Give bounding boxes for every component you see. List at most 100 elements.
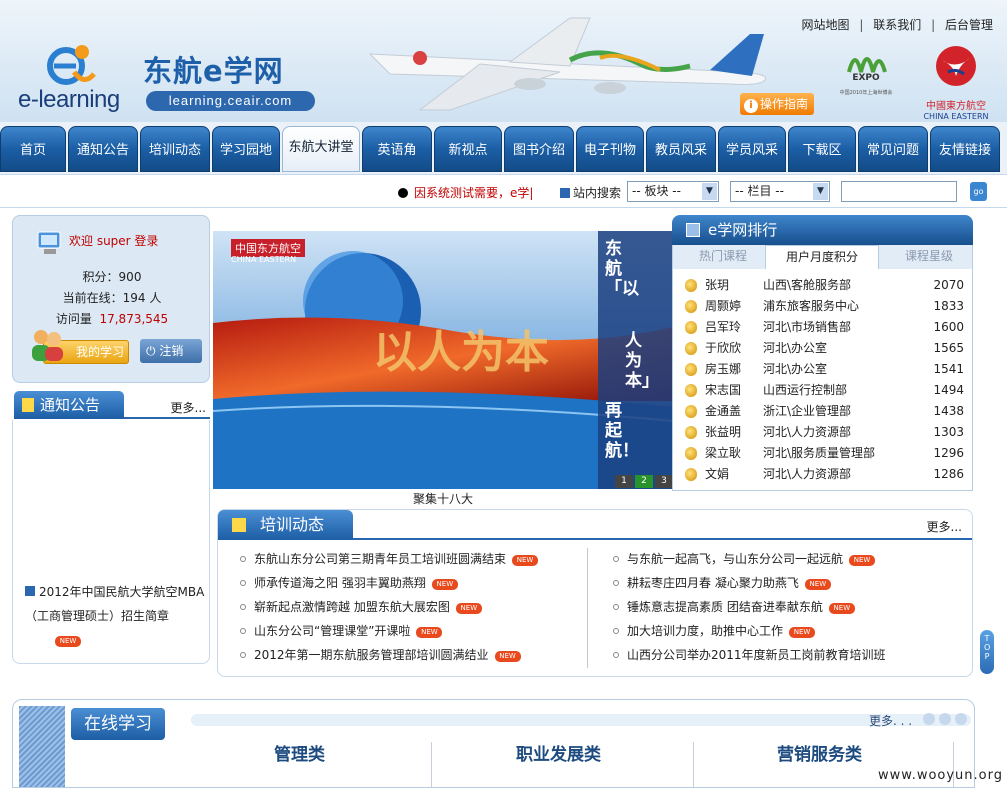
expo-text: EXPO [852, 73, 880, 83]
ranking-score: 1438 [933, 404, 964, 418]
nav-item-2[interactable]: 培训动态 [140, 126, 210, 172]
ranking-score: 1296 [933, 446, 964, 460]
online-more-link[interactable]: 更多. . . [869, 712, 912, 729]
block-select[interactable]: -- 板块 -- ▼ [627, 181, 719, 202]
nav-item-0[interactable]: 首页 [0, 126, 66, 172]
banner-page-3[interactable]: 3 [655, 475, 673, 488]
category-marketing[interactable]: 营销服务类 [777, 740, 862, 765]
new-badge: NEW [431, 579, 458, 590]
ranking-row: 金通盖 浙江\企业管理部 1438 [673, 401, 974, 422]
guide-button[interactable]: i 操作指南 [740, 93, 814, 115]
ranking-row: 梁立耿 河北\服务质量管理部 1296 [673, 443, 974, 464]
notice-tab: 通知公告 [14, 391, 124, 419]
back-to-top-button[interactable]: TOP [980, 630, 994, 674]
ranking-name: 于欣欣 [705, 341, 742, 355]
nav-item-6[interactable]: 新视点 [434, 126, 502, 172]
online-learning-title: 在线学习 [71, 708, 165, 740]
ranking-dept: 山西运行控制部 [763, 383, 848, 397]
search-go-button[interactable]: go [970, 182, 987, 201]
search-input[interactable] [841, 181, 957, 202]
training-item[interactable]: 东航山东分公司第三期青年员工培训班圆满结束 NEW [240, 550, 539, 568]
ranking-dept: 河北\人力资源部 [763, 467, 852, 481]
ranking-name: 张益明 [705, 425, 742, 439]
users-icon [32, 330, 63, 361]
banner-vertical-text-2: 人为本」 [625, 331, 659, 391]
document-icon [25, 586, 35, 596]
ranking-row: 文娟 河北\人力资源部 1286 [673, 464, 974, 485]
airplane-illustration [368, 17, 767, 111]
ranking-header: e学网排行 [672, 215, 973, 245]
nav-item-8[interactable]: 电子刊物 [576, 126, 644, 172]
nav-item-13[interactable]: 友情链接 [930, 126, 1000, 172]
notice-list: 2012年中国民航大学航空MBA（工商管理硕士）招生简章 NEW [12, 420, 210, 664]
banner-slogan: 以人为本 [373, 327, 549, 378]
training-item[interactable]: 与东航一起高飞，与山东分公司一起远航 NEW [613, 550, 876, 568]
training-item[interactable]: 耕耘枣庄四月春 凝心聚力助燕飞 NEW [613, 574, 831, 592]
column-select[interactable]: -- 栏目 -- ▼ [730, 181, 830, 202]
divider [587, 548, 588, 668]
banner-caption[interactable]: 聚集十八大 [413, 490, 473, 507]
online-row: 当前在线：194 人 [62, 291, 162, 305]
tab-hot-courses[interactable]: 热门课程 [673, 245, 773, 269]
nav-item-9[interactable]: 教员风采 [646, 126, 716, 172]
category-management[interactable]: 管理类 [274, 740, 325, 765]
category-career[interactable]: 职业发展类 [516, 740, 601, 765]
ranking-score: 1541 [933, 362, 964, 376]
notice-marquee[interactable]: 因系统测试需要，e学| [398, 184, 533, 201]
training-item[interactable]: 山东分公司“管理课堂”开课啦 NEW [240, 622, 443, 640]
medal-icon [685, 384, 697, 397]
banner-slideshow[interactable]: 中国东方航空 CHINA EASTERN 东航「以 人为本」 再起航！ 以人为本… [213, 231, 673, 489]
training-item[interactable]: 山西分公司举办2011年度新员工岗前教育培训班 [613, 646, 886, 664]
ranking-row: 房玉娜 河北\办公室 1541 [673, 359, 974, 380]
notice-more-link[interactable]: 更多... [171, 399, 206, 416]
admin-link[interactable]: 后台管理 [945, 18, 993, 32]
ranking-name: 文娟 [705, 467, 730, 481]
ranking-row: 于欣欣 河北\办公室 1565 [673, 338, 974, 359]
training-item[interactable]: 2012年第一期东航服务管理部培训圆满结业 NEW [240, 646, 521, 664]
new-badge: NEW [455, 603, 482, 614]
nav-item-12[interactable]: 常见问题 [858, 126, 928, 172]
banner-page-2[interactable]: 2 [635, 475, 653, 488]
training-item[interactable]: 加大培训力度，助推中心工作 NEW [613, 622, 816, 640]
notice-tab-icon [22, 398, 34, 412]
training-more-link[interactable]: 更多... [927, 518, 962, 535]
nav-item-1[interactable]: 通知公告 [68, 126, 138, 172]
training-item[interactable]: 崭新起点激情跨越 加盟东航大展宏图 NEW [240, 598, 482, 616]
new-badge: NEW [494, 651, 521, 662]
points-value: 900 [118, 270, 142, 284]
divider [693, 742, 694, 787]
ranking-name: 金通盖 [705, 404, 742, 418]
nav-item-7[interactable]: 图书介绍 [504, 126, 574, 172]
training-item[interactable]: 锤炼意志提高素质 团结奋进奉献东航 NEW [613, 598, 855, 616]
sitemap-link[interactable]: 网站地图 [802, 18, 850, 32]
bullet-icon [240, 580, 246, 586]
nav-item-4[interactable]: 东航大讲堂 [282, 126, 360, 172]
search-bar: 因系统测试需要，e学| 站内搜索 -- 板块 -- ▼ -- 栏目 -- ▼ g… [0, 174, 1007, 208]
logout-button[interactable]: ⏻ 注销 [140, 339, 202, 363]
nav-item-5[interactable]: 英语角 [362, 126, 432, 172]
contact-link[interactable]: 联系我们 [873, 18, 921, 32]
training-item[interactable]: 师承传道海之阳 强羽丰翼助燕翔 NEW [240, 574, 458, 592]
notice-item[interactable]: 2012年中国民航大学航空MBA（工商管理硕士）招生简章 NEW [25, 580, 205, 652]
nav-item-3[interactable]: 学习园地 [212, 126, 280, 172]
ranking-dept: 浦东旅客服务中心 [763, 299, 860, 313]
banner-page-1[interactable]: 1 [615, 475, 633, 488]
tab-course-stars[interactable]: 课程星级 [879, 245, 979, 269]
airline-name-cn: 中國東方航空 [926, 101, 986, 112]
search-arrow-icon [560, 188, 570, 198]
site-search-label: 站内搜索 [560, 184, 621, 201]
ranking-name: 周颢婷 [705, 299, 742, 313]
new-badge: NEW [804, 579, 831, 590]
play-icon [398, 188, 408, 198]
tab-monthly-points[interactable]: 用户月度积分 [765, 245, 879, 269]
ranking-row: 张玥 山西\客舱服务部 2070 [673, 275, 974, 296]
bullet-icon [613, 652, 619, 658]
medal-icon [685, 342, 697, 355]
banner-vertical-text-1: 东航「以 [605, 239, 639, 299]
medal-icon [685, 426, 697, 439]
points-row: 积分：900 [82, 270, 142, 284]
guide-button-label: 操作指南 [760, 97, 809, 111]
new-badge: NEW [512, 555, 539, 566]
nav-item-10[interactable]: 学员风采 [718, 126, 786, 172]
nav-item-11[interactable]: 下载区 [788, 126, 856, 172]
